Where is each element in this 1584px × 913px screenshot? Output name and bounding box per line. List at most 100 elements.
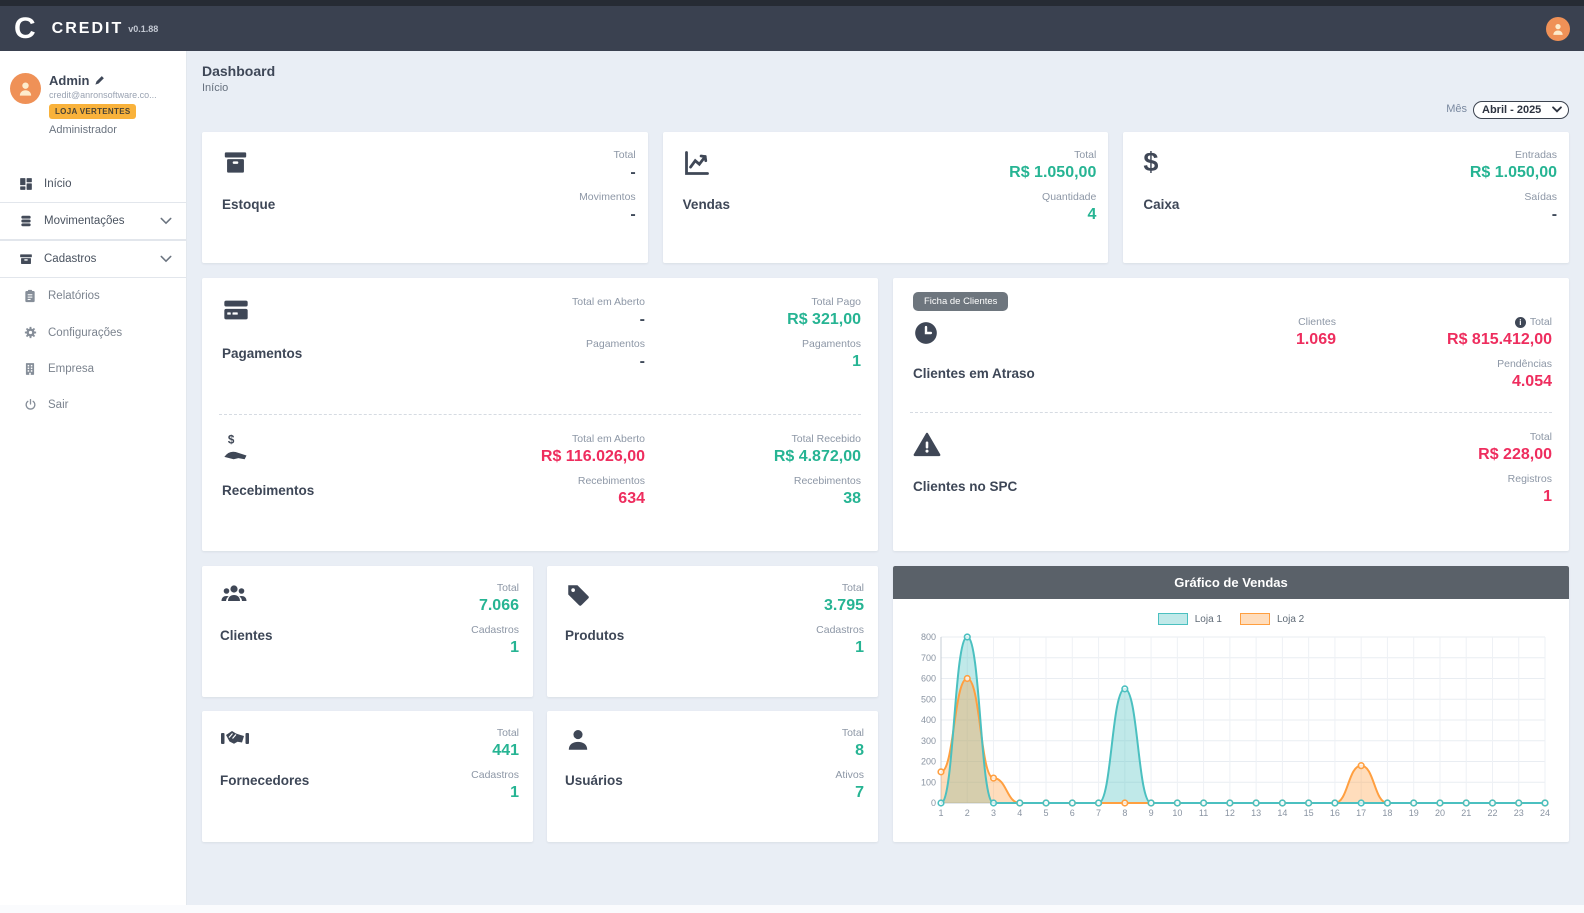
legend-swatch xyxy=(1240,613,1270,625)
building-icon xyxy=(22,362,38,376)
sidebar-item-cadastros[interactable]: Cadastros xyxy=(0,240,186,278)
stat-value: 7 xyxy=(694,784,864,802)
sales-area-chart: 0100200300400500600700800123456789101112… xyxy=(907,629,1555,825)
main-content: Dashboard Início Mês Abril - 2025 Estoqu… xyxy=(187,51,1584,913)
ficha-clientes-button[interactable]: Ficha de Clientes xyxy=(913,292,1008,311)
month-select[interactable]: Abril - 2025 xyxy=(1473,101,1569,119)
svg-text:22: 22 xyxy=(1487,808,1497,818)
user-name: Admin xyxy=(49,73,157,88)
user-block: Admin credit@anronsoftware.co... LOJA VE… xyxy=(0,73,186,150)
svg-text:11: 11 xyxy=(1199,808,1208,818)
svg-text:7: 7 xyxy=(1096,808,1101,818)
stat-value: R$ 228,00 xyxy=(1336,446,1552,464)
stat-value: R$ 1.050,00 xyxy=(1357,164,1557,182)
stat-label: Total em Aberto xyxy=(429,296,645,308)
stat-label: Total xyxy=(896,149,1096,161)
stat-label: Cadastros xyxy=(694,624,864,636)
svg-text:19: 19 xyxy=(1409,808,1419,818)
svg-text:14: 14 xyxy=(1277,808,1287,818)
stat-label: Cadastros xyxy=(349,769,519,781)
svg-text:200: 200 xyxy=(921,757,936,767)
chart-line-icon xyxy=(683,149,897,183)
svg-text:800: 800 xyxy=(921,632,936,642)
sidebar-item-movimentacoes[interactable]: Movimentações xyxy=(0,202,186,240)
chevron-down-icon xyxy=(160,255,172,263)
tag-icon xyxy=(565,582,694,616)
gear-icon xyxy=(22,325,38,340)
stat-label: Movimentos xyxy=(436,191,636,203)
clipboard-icon xyxy=(22,289,38,303)
breadcrumb: Início xyxy=(202,82,1569,94)
stat-label: Pagamentos xyxy=(429,338,645,350)
stat-value: 7.066 xyxy=(349,597,519,615)
stat-value: - xyxy=(436,206,636,224)
svg-text:13: 13 xyxy=(1251,808,1261,818)
card-estoque: Estoque Total - Movimentos - xyxy=(202,132,648,263)
bottom-strip xyxy=(0,905,1584,913)
stat-label: Pagamentos xyxy=(645,338,861,350)
svg-text:0: 0 xyxy=(931,798,936,808)
stat-label: Total xyxy=(694,727,864,739)
sidebar-nav: Início Movimentações Cadastros xyxy=(0,166,186,422)
svg-text:9: 9 xyxy=(1149,808,1154,818)
card-title: Caixa xyxy=(1143,197,1357,212)
stat-value: 1 xyxy=(349,784,519,802)
month-label: Mês xyxy=(1446,103,1467,115)
users-group-icon xyxy=(220,582,349,616)
stat-value: 634 xyxy=(429,490,645,508)
stat-value: 1.069 xyxy=(1120,331,1336,349)
stat-label: Recebimentos xyxy=(645,475,861,487)
svg-text:4: 4 xyxy=(1017,808,1022,818)
stat-label: Total xyxy=(349,582,519,594)
card-produtos: Produtos Total 3.795 Cadastros 1 xyxy=(547,566,878,697)
database-icon xyxy=(18,214,34,228)
pagamentos-section: Pagamentos Total em Aberto - Pagamentos … xyxy=(219,278,861,414)
clientes-spc-section: Clientes no SPC Total R$ 228,00 Registro… xyxy=(910,413,1552,551)
legend-item-loja1[interactable]: Loja 1 xyxy=(1158,613,1222,625)
svg-text:300: 300 xyxy=(921,736,936,746)
page-title: Dashboard xyxy=(202,63,1569,79)
svg-text:16: 16 xyxy=(1330,808,1340,818)
stat-label: Cadastros xyxy=(349,624,519,636)
clock-icon xyxy=(913,320,1120,354)
sidebar-item-relatorios[interactable]: Relatórios xyxy=(0,278,186,314)
card-clientes-atraso-spc: Ficha de Clientes Clientes em Atraso Cli… xyxy=(893,278,1569,551)
svg-text:15: 15 xyxy=(1304,808,1314,818)
sidebar-avatar xyxy=(10,73,41,104)
card-title: Clientes no SPC xyxy=(913,479,1120,494)
sidebar: Admin credit@anronsoftware.co... LOJA VE… xyxy=(0,51,187,913)
stat-value: 3.795 xyxy=(694,597,864,615)
stat-value: 8 xyxy=(694,742,864,760)
power-icon xyxy=(22,398,38,411)
svg-text:400: 400 xyxy=(921,715,936,725)
sidebar-item-empresa[interactable]: Empresa xyxy=(0,351,186,387)
svg-text:6: 6 xyxy=(1070,808,1075,818)
warning-icon xyxy=(913,431,1120,465)
legend-item-loja2[interactable]: Loja 2 xyxy=(1240,613,1304,625)
stat-value: 1 xyxy=(694,639,864,657)
card-fornecedores: Fornecedores Total 441 Cadastros 1 xyxy=(202,711,533,842)
stat-value: 441 xyxy=(349,742,519,760)
user-role: Administrador xyxy=(49,124,157,136)
svg-text:10: 10 xyxy=(1172,808,1182,818)
user-avatar-button[interactable] xyxy=(1546,17,1570,41)
svg-text:3: 3 xyxy=(991,808,996,818)
chevron-down-icon xyxy=(160,217,172,225)
archive-icon xyxy=(18,252,34,266)
user-name-text: Admin xyxy=(49,73,89,88)
stat-label: Total Recebido xyxy=(645,433,861,445)
stat-value: 38 xyxy=(645,490,861,508)
svg-text:5: 5 xyxy=(1044,808,1049,818)
stat-label: Total xyxy=(349,727,519,739)
stat-value: - xyxy=(429,353,645,371)
edit-pencil-icon[interactable] xyxy=(94,75,105,86)
stat-label: Clientes xyxy=(1120,316,1336,328)
sidebar-item-label: Empresa xyxy=(48,363,94,375)
card-title: Usuários xyxy=(565,773,694,788)
sidebar-item-inicio[interactable]: Início xyxy=(0,166,186,202)
dollar-icon: $ xyxy=(1143,149,1357,183)
svg-text:18: 18 xyxy=(1382,808,1392,818)
sidebar-item-configuracoes[interactable]: Configurações xyxy=(0,314,186,351)
card-title: Clientes xyxy=(220,628,349,643)
sidebar-item-sair[interactable]: Sair xyxy=(0,387,186,422)
